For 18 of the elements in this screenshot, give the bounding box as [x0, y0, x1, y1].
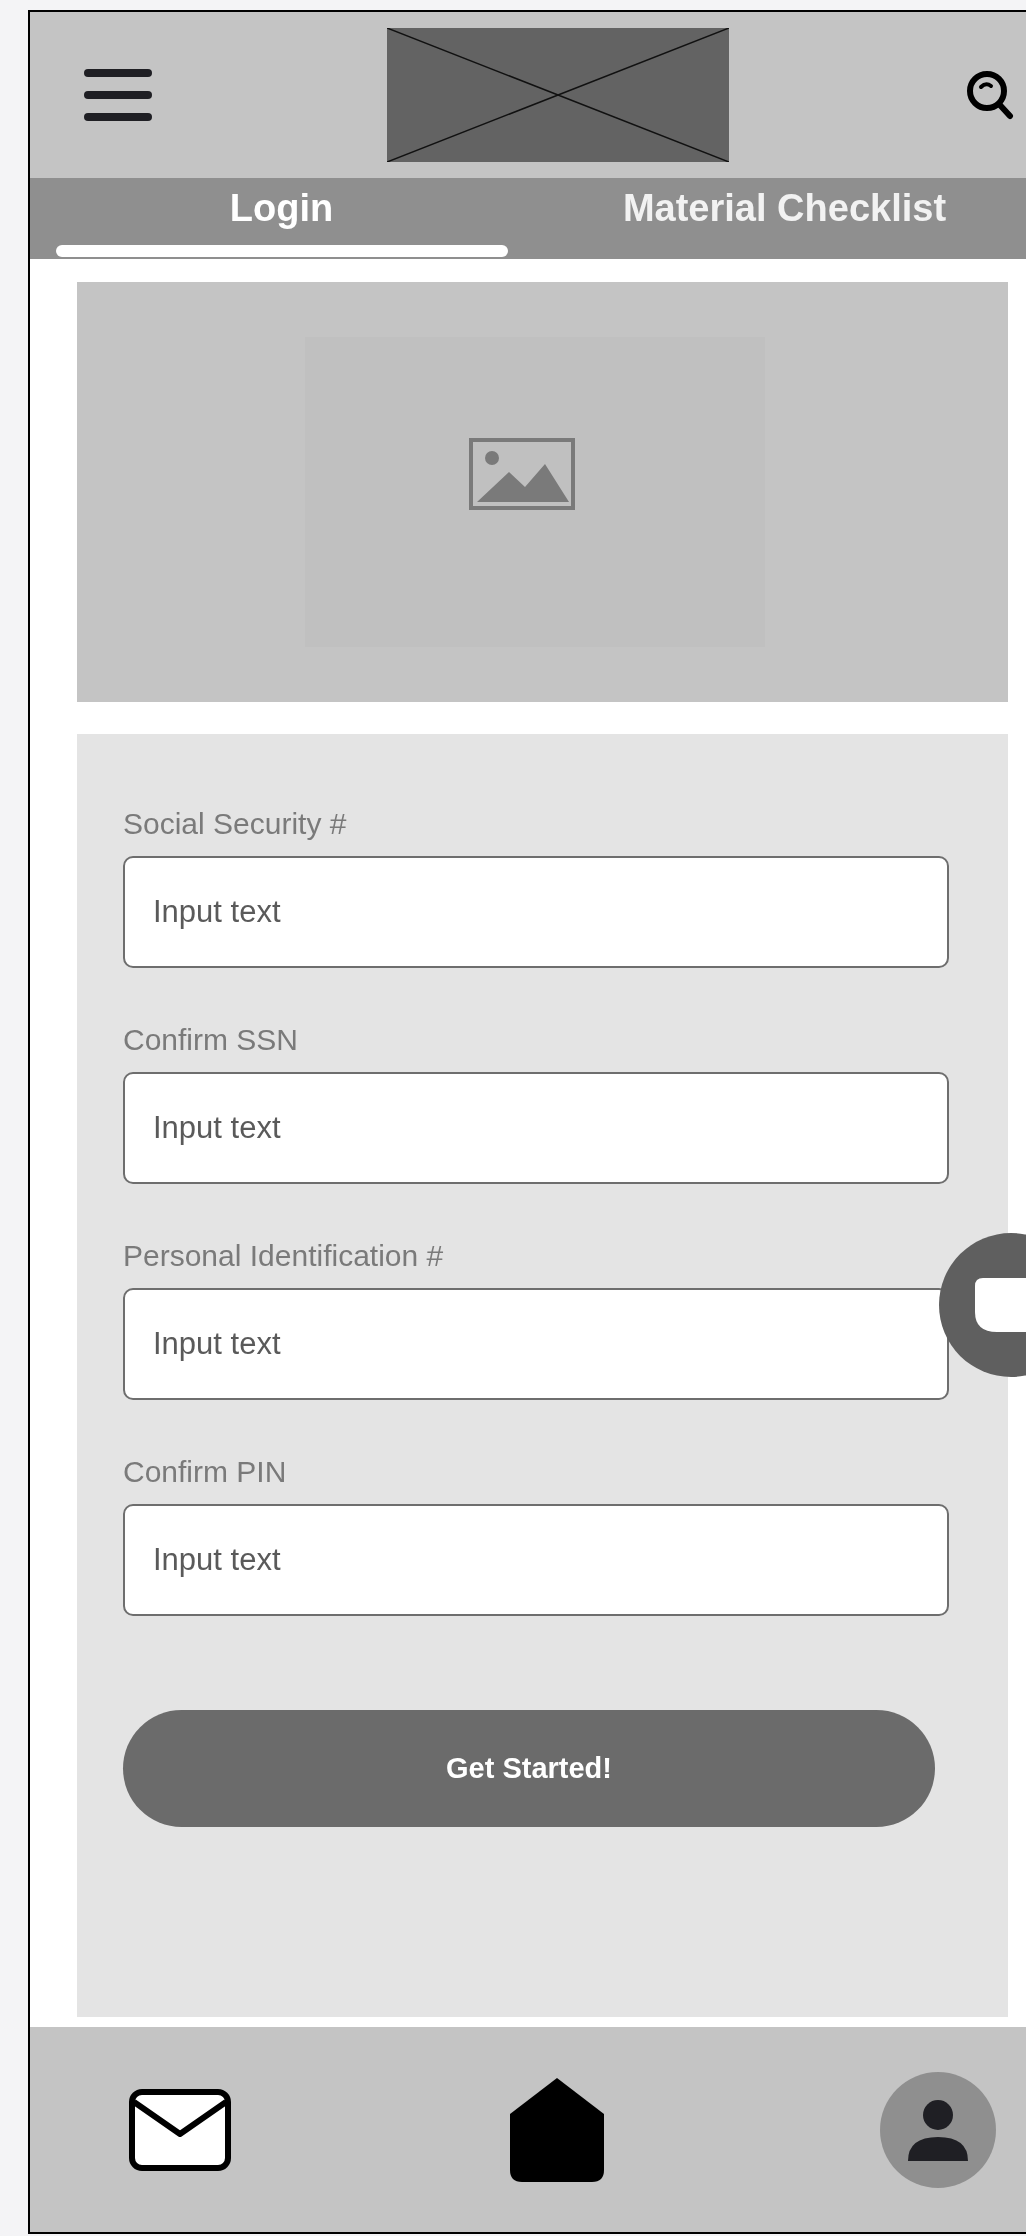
envelope-icon — [128, 2087, 232, 2172]
input-field[interactable]: Input text — [123, 1504, 949, 1617]
logo-placeholder-icon — [387, 27, 729, 162]
input-field[interactable]: Input text — [123, 1072, 949, 1185]
field-label: Confirm SSN — [123, 1022, 300, 1059]
person-icon — [908, 2098, 968, 2161]
input-field[interactable]: Input text — [123, 1288, 949, 1401]
speech-bubble-icon — [975, 1278, 1026, 1332]
get-started-button[interactable]: Get Started! — [123, 1710, 935, 1828]
field-label: Social Security # — [123, 806, 348, 843]
search-icon — [966, 69, 1014, 120]
field-label: Confirm PIN — [123, 1454, 288, 1491]
tab[interactable]: Material Checklist — [533, 177, 1026, 260]
field-label: Personal Identification # — [123, 1238, 445, 1275]
input-field[interactable]: Input text — [123, 856, 949, 969]
house-icon — [510, 2077, 604, 2182]
menu-icon — [82, 66, 154, 123]
tab[interactable]: Login — [30, 177, 533, 260]
